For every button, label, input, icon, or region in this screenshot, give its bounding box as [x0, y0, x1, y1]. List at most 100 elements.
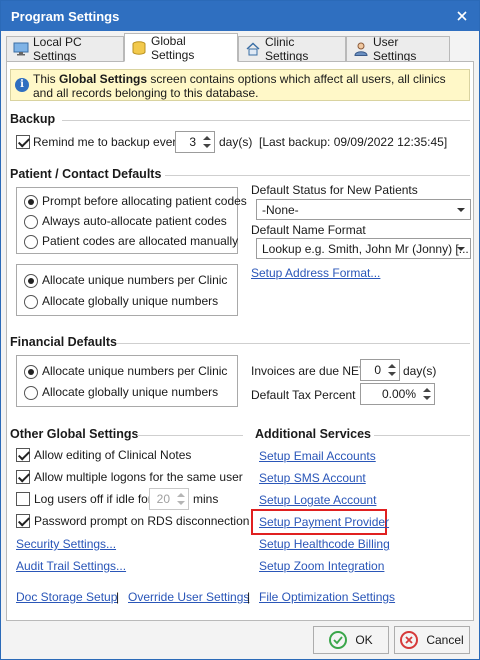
name-format-select[interactable]: Lookup e.g. Smith, John Mr (Jonny) [...	[256, 238, 471, 259]
checkbox-label: Log users off if idle for	[34, 492, 152, 506]
radio-label: Allocate unique numbers per Clinic	[42, 364, 228, 378]
radio-unique-per-clinic[interactable]	[24, 274, 38, 288]
chevron-down-icon	[457, 208, 465, 212]
backup-days-stepper[interactable]: 3	[175, 131, 215, 153]
patient-defaults-heading: Patient / Contact Defaults	[10, 167, 162, 181]
radio-auto-allocate[interactable]	[24, 215, 38, 229]
backup-days-value: 3	[189, 135, 196, 149]
radio-label: Allocate globally unique numbers	[42, 385, 219, 399]
backup-days-unit: day(s)	[219, 135, 253, 149]
setup-email-accounts-link[interactable]: Setup Email Accounts	[259, 449, 376, 463]
cancel-icon	[400, 631, 419, 649]
password-prompt-rds-checkbox[interactable]	[16, 514, 30, 528]
monitor-icon	[13, 42, 29, 56]
setup-logate-account-link[interactable]: Setup Logate Account	[259, 493, 376, 507]
setup-address-format-link[interactable]: Setup Address Format...	[251, 266, 380, 280]
default-status-label: Default Status for New Patients	[251, 183, 418, 197]
info-banner: i This Global Settings screen contains o…	[10, 69, 470, 101]
divider	[117, 343, 470, 344]
override-user-settings-link[interactable]: Override User Settings	[128, 590, 249, 604]
divider	[165, 175, 470, 176]
radio-manual-codes[interactable]	[24, 235, 38, 249]
tab-user-settings[interactable]: User Settings	[346, 35, 450, 63]
tab-local-pc-settings[interactable]: Local PC Settings	[6, 35, 124, 63]
tab-label: Global Settings	[151, 33, 195, 62]
idle-minutes-value: 20	[156, 492, 170, 506]
remind-backup-label: Remind me to backup every	[33, 135, 183, 149]
default-tax-stepper[interactable]: 0.00%	[360, 383, 435, 405]
tab-strip: Local PC Settings Global Settings Clinic…	[6, 33, 474, 63]
stepper-up-icon[interactable]	[177, 493, 185, 497]
additional-services-heading: Additional Services	[255, 427, 372, 441]
invoices-due-label: Invoices are due NET	[251, 364, 367, 378]
financial-number-group: Allocate unique numbers per Clinic Alloc…	[16, 355, 238, 407]
radio-label: Allocate globally unique numbers	[42, 294, 219, 308]
radio-label: Patient codes are allocated manually	[42, 234, 239, 248]
stepper-down-icon[interactable]	[388, 372, 396, 376]
stepper-up-icon[interactable]	[388, 364, 396, 368]
radio-unique-per-clinic[interactable]	[24, 365, 38, 379]
stepper-down-icon[interactable]	[203, 144, 211, 148]
divider	[62, 120, 470, 121]
log-users-off-checkbox[interactable]	[16, 492, 30, 506]
checkbox-label: Password prompt on RDS disconnection	[34, 514, 250, 528]
divider	[137, 435, 243, 436]
patient-code-group: Prompt before allocating patient codes A…	[16, 187, 247, 254]
global-settings-panel: i This Global Settings screen contains o…	[6, 61, 474, 621]
financial-defaults-heading: Financial Defaults	[10, 335, 117, 349]
checkbox-label: Allow editing of Clinical Notes	[34, 448, 192, 462]
tab-label: Clinic Settings	[265, 35, 309, 63]
link-separator: |	[247, 590, 251, 604]
info-icon: i	[15, 78, 29, 92]
user-icon	[353, 42, 369, 56]
audit-trail-settings-link[interactable]: Audit Trail Settings...	[16, 559, 126, 573]
ok-button[interactable]: OK	[313, 626, 389, 654]
info-prefix: This	[33, 72, 60, 86]
tab-clinic-settings[interactable]: Clinic Settings	[238, 35, 346, 63]
info-bold: Global Settings	[59, 72, 148, 86]
security-settings-link[interactable]: Security Settings...	[16, 537, 116, 551]
divider	[374, 435, 470, 436]
tab-global-settings[interactable]: Global Settings	[124, 33, 238, 62]
invoices-due-value: 0	[374, 363, 381, 377]
allow-editing-notes-checkbox[interactable]	[16, 448, 30, 462]
ok-label: OK	[355, 633, 373, 647]
tab-label: Local PC Settings	[33, 35, 82, 63]
house-icon	[245, 42, 261, 56]
chevron-down-icon	[457, 247, 465, 251]
default-status-value: -None-	[262, 203, 299, 217]
invoices-due-stepper[interactable]: 0	[360, 359, 400, 381]
doc-storage-setup-link[interactable]: Doc Storage Setup	[16, 590, 117, 604]
file-optimization-settings-link[interactable]: File Optimization Settings	[259, 590, 395, 604]
cancel-button[interactable]: Cancel	[394, 626, 470, 654]
program-settings-dialog: Program Settings Local PC Settings Globa…	[0, 0, 480, 660]
stepper-up-icon[interactable]	[423, 388, 431, 392]
last-backup-text: [Last backup: 09/09/2022 12:35:45]	[259, 135, 448, 149]
patient-number-group: Allocate unique numbers per Clinic Alloc…	[16, 264, 238, 316]
radio-globally-unique[interactable]	[24, 386, 38, 400]
radio-globally-unique[interactable]	[24, 295, 38, 309]
setup-zoom-integration-link[interactable]: Setup Zoom Integration	[259, 559, 384, 573]
default-tax-value: 0.00%	[381, 387, 416, 401]
link-separator: |	[116, 590, 120, 604]
setup-healthcode-billing-link[interactable]: Setup Healthcode Billing	[259, 537, 390, 551]
stepper-down-icon[interactable]	[177, 501, 185, 505]
setup-payment-provider-link[interactable]: Setup Payment Provider	[259, 515, 389, 529]
database-icon	[131, 40, 147, 55]
invoices-due-unit: day(s)	[403, 364, 437, 378]
cancel-label: Cancel	[426, 633, 464, 647]
setup-sms-account-link[interactable]: Setup SMS Account	[259, 471, 366, 485]
allow-multiple-logons-checkbox[interactable]	[16, 470, 30, 484]
checkbox-label: Allow multiple logons for the same user	[34, 470, 243, 484]
stepper-up-icon[interactable]	[203, 136, 211, 140]
idle-minutes-unit: mins	[193, 492, 219, 506]
idle-minutes-stepper[interactable]: 20	[149, 488, 189, 510]
default-status-select[interactable]: -None-	[256, 199, 471, 220]
title-bar: Program Settings	[1, 1, 479, 31]
backup-heading: Backup	[10, 112, 56, 126]
radio-label: Allocate unique numbers per Clinic	[42, 273, 228, 287]
close-icon[interactable]	[453, 7, 471, 25]
remind-backup-checkbox[interactable]	[16, 135, 30, 149]
stepper-down-icon[interactable]	[423, 396, 431, 400]
radio-prompt-codes[interactable]	[24, 195, 38, 209]
